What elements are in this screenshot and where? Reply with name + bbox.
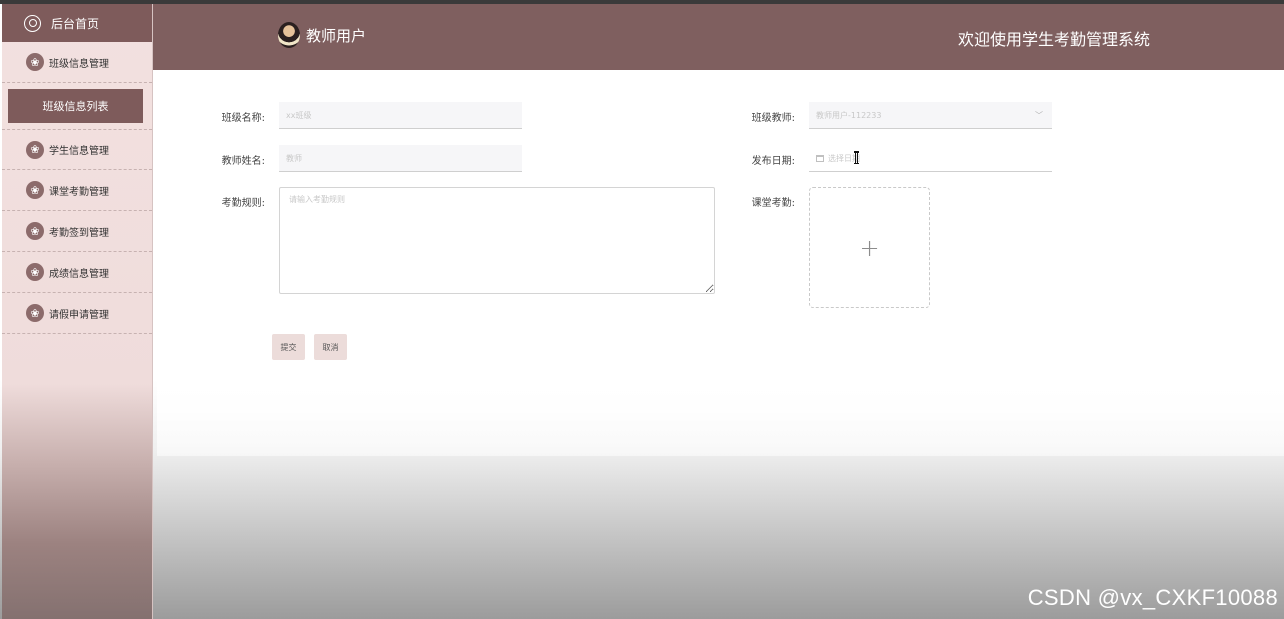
- flower-icon: ❀: [26, 263, 44, 281]
- class-teacher-label: 班级教师:: [751, 113, 795, 124]
- sidebar-item-label: 班级信息管理: [49, 58, 109, 70]
- image-upload[interactable]: +: [809, 187, 930, 308]
- watermark: CSDN @vx_CXKF10088: [1027, 585, 1278, 610]
- publish-date-label: 发布日期:: [751, 156, 795, 167]
- page-title: 欢迎使用学生考勤管理系统: [958, 30, 1151, 49]
- sidebar-item-label: 成绩信息管理: [49, 268, 109, 280]
- rules-label: 考勤规则:: [221, 198, 265, 209]
- sidebar-item-label: 后台首页: [51, 16, 100, 31]
- publish-date-picker[interactable]: 选择日期: [809, 145, 1052, 172]
- class-teacher-select[interactable]: 教师用户-112233 ﹀: [809, 102, 1052, 129]
- flower-icon: ❀: [26, 304, 44, 322]
- avatar[interactable]: [278, 22, 300, 48]
- sidebar-item-grades[interactable]: ❀ 成绩信息管理: [2, 252, 152, 293]
- teacher-name-label: 教师姓名:: [221, 156, 265, 167]
- class-name-label: 班级名称:: [221, 113, 265, 124]
- calendar-icon: [816, 154, 824, 162]
- home-icon: [24, 14, 41, 32]
- sidebar-item-class-info[interactable]: ❀ 班级信息管理: [2, 42, 152, 83]
- flower-icon: ❀: [26, 222, 44, 240]
- class-teacher-value: 教师用户-112233: [816, 110, 882, 120]
- sidebar-item-home[interactable]: 后台首页: [2, 4, 152, 42]
- sidebar-item-checkin[interactable]: ❀ 考勤签到管理: [2, 211, 152, 252]
- sidebar-item-leave[interactable]: ❀ 请假申请管理: [2, 293, 152, 334]
- teacher-name-input[interactable]: [279, 145, 522, 172]
- sidebar: 后台首页 ❀ 班级信息管理 班级信息列表 ❀ 学生信息管理 ❀ 课堂考勤管理 ❀…: [2, 4, 153, 619]
- class-name-input[interactable]: [279, 102, 522, 129]
- text-cursor-icon: [854, 151, 859, 164]
- chevron-down-icon: ﹀: [1035, 111, 1043, 120]
- submit-button[interactable]: 提交: [272, 334, 305, 360]
- cancel-button[interactable]: 取消: [314, 334, 347, 360]
- plus-icon: +: [859, 233, 880, 262]
- sidebar-item-label: 学生信息管理: [49, 146, 109, 157]
- sidebar-item-label: 考勤签到管理: [49, 227, 109, 239]
- sidebar-item-class-attendance[interactable]: ❀ 课堂考勤管理: [2, 170, 152, 211]
- flower-icon: ❀: [26, 53, 44, 71]
- header: 教师用户 欢迎使用学生考勤管理系统: [153, 4, 1284, 70]
- flower-icon: ❀: [26, 140, 44, 159]
- flower-icon: ❀: [26, 181, 44, 199]
- sidebar-subitem-class-list[interactable]: 班级信息列表: [8, 89, 143, 123]
- sidebar-item-label: 课堂考勤管理: [49, 186, 109, 198]
- sidebar-item-student-info[interactable]: ❀ 学生信息管理: [2, 129, 152, 170]
- attendance-label: 课堂考勤:: [751, 198, 795, 209]
- user-name: 教师用户: [306, 27, 367, 45]
- sidebar-item-label: 请假申请管理: [49, 309, 109, 321]
- rules-textarea[interactable]: [279, 187, 715, 294]
